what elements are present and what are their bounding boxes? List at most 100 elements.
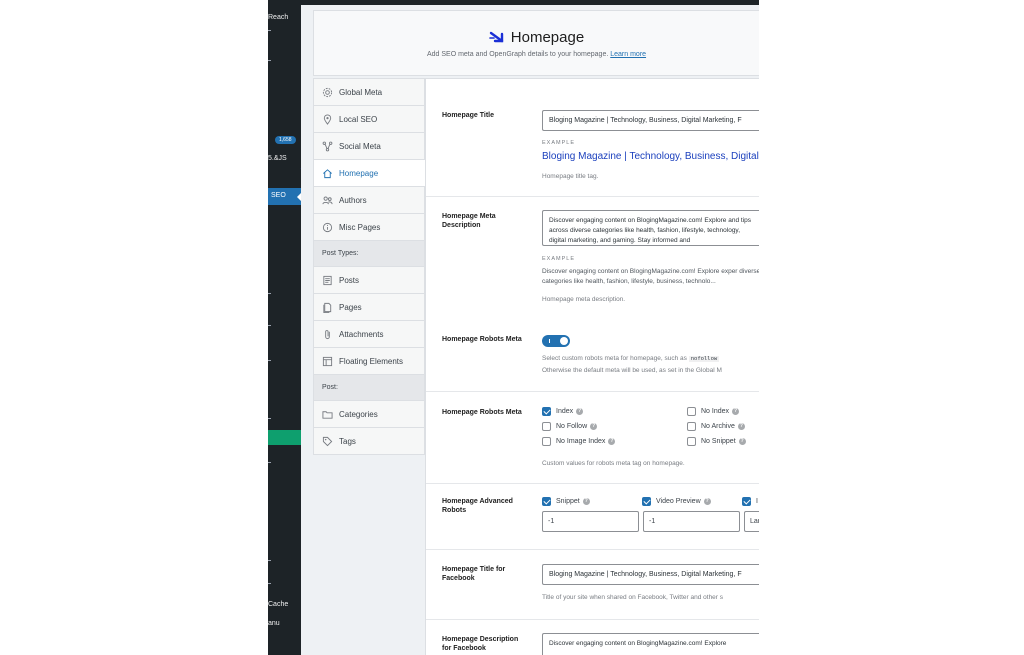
checkbox-box[interactable]	[542, 422, 551, 431]
wp-menu-fragment[interactable]: Cache	[268, 601, 288, 608]
robots-meta-help-text: Select custom robots meta for homepage, …	[542, 355, 687, 362]
checkbox-no-image-index[interactable]: No Image Index ?	[542, 437, 616, 446]
meta-description-textarea[interactable]: Discover engaging content on BlogingMaga…	[542, 210, 759, 246]
settings-sidebar: Global Meta Local SEO Social Meta Homepa…	[313, 78, 426, 455]
users-icon	[322, 196, 333, 204]
wp-update-badge: 1,658	[275, 136, 296, 144]
sidebar-item-label: Local SEO	[339, 114, 378, 124]
wp-menu-dash	[268, 583, 271, 584]
sidebar-item-label: Attachments	[339, 329, 384, 339]
facebook-title-input[interactable]: Bloging Magazine | Technology, Business,…	[542, 564, 759, 585]
sidebar-item-local-seo[interactable]: Local SEO	[314, 106, 424, 133]
homepage-title-help: Homepage title tag.	[542, 173, 599, 180]
screenshot-stage: Reach 1,658 5.&JS SEO Cache anu Homepage…	[0, 0, 1024, 655]
checkbox-box[interactable]	[542, 407, 551, 416]
wp-menu-dash	[268, 360, 271, 361]
info-circle-icon	[322, 222, 333, 232]
sidebar-item-global-meta[interactable]: Global Meta	[314, 79, 424, 106]
wp-menu-dash	[268, 60, 271, 61]
facebook-description-textarea[interactable]: Discover engaging content on BlogingMaga…	[542, 633, 759, 655]
sidebar-item-floating-elements[interactable]: Floating Elements	[314, 348, 424, 375]
help-icon[interactable]: ?	[738, 438, 746, 445]
checkbox-no-index[interactable]: No Index ?	[687, 407, 740, 416]
checkbox-video-preview[interactable]: Video Preview ?	[642, 497, 711, 506]
facebook-title-help: Title of your site when shared on Facebo…	[542, 594, 724, 601]
help-icon[interactable]: ?	[576, 408, 584, 415]
checkbox-no-archive[interactable]: No Archive ?	[687, 422, 745, 431]
sidebar-item-label: Misc Pages	[339, 222, 381, 232]
checkbox-box[interactable]	[687, 407, 696, 416]
settings-content: Homepage Title Bloging Magazine | Techno…	[425, 78, 759, 655]
admin-topbar	[301, 0, 759, 5]
sidebar-item-categories[interactable]: Categories	[314, 401, 424, 428]
page-subtitle-text: Add SEO meta and OpenGraph details to yo…	[426, 51, 609, 58]
page-header: Homepage Add SEO meta and OpenGraph deta…	[313, 10, 759, 76]
image-preview-select[interactable]: Larg	[744, 511, 759, 532]
checkbox-box[interactable]	[687, 437, 696, 446]
snippet-length-input[interactable]: -1	[542, 511, 639, 532]
checkbox-box[interactable]	[687, 422, 696, 431]
sidebar-item-pages[interactable]: Pages	[314, 294, 424, 321]
advanced-robots-label: Homepage Advanced Robots	[442, 498, 513, 514]
checkbox-box[interactable]	[742, 497, 751, 506]
divider	[426, 619, 759, 620]
checkbox-image-preview[interactable]: I	[742, 497, 758, 506]
help-icon[interactable]: ?	[590, 423, 598, 430]
home-icon	[323, 168, 332, 178]
seo-settings-frame: Homepage Add SEO meta and OpenGraph deta…	[301, 0, 759, 655]
sidebar-item-label: Social Meta	[339, 141, 381, 151]
sidebar-item-social-meta[interactable]: Social Meta	[314, 133, 424, 160]
sidebar-item-posts[interactable]: Posts	[314, 267, 424, 294]
wp-menu-fragment[interactable]: Reach	[268, 14, 288, 21]
divider	[426, 196, 759, 197]
homepage-title-example-label: EXAMPLE	[542, 140, 575, 146]
sidebar-item-attachments[interactable]: Attachments	[314, 321, 424, 348]
checkbox-box[interactable]	[642, 497, 651, 506]
layout-icon	[322, 356, 333, 366]
folder-icon	[322, 410, 333, 419]
homepage-title-example: Bloging Magazine | Technology, Business,…	[542, 151, 759, 162]
wp-menu-dash	[268, 462, 271, 463]
help-icon[interactable]: ?	[608, 438, 616, 445]
facebook-description-label: Homepage Description for Facebook	[442, 636, 519, 652]
checkbox-index[interactable]: Index ?	[542, 407, 584, 416]
checkbox-box[interactable]	[542, 437, 551, 446]
checkbox-box[interactable]	[542, 497, 551, 506]
homepage-arrow-icon	[488, 31, 503, 43]
sidebar-item-label: Authors	[339, 195, 367, 205]
sidebar-item-tags[interactable]: Tags	[314, 428, 424, 455]
help-icon[interactable]: ?	[732, 408, 740, 415]
sidebar-item-misc-pages[interactable]: Misc Pages	[314, 214, 424, 241]
wp-admin-sidebar: Reach 1,658 5.&JS SEO Cache anu	[268, 0, 301, 655]
checkbox-label: I	[756, 498, 758, 505]
help-icon[interactable]: ?	[703, 498, 711, 505]
homepage-title-label: Homepage Title	[442, 112, 494, 119]
facebook-title-label: Homepage Title for Facebook	[442, 566, 506, 582]
sidebar-item-authors[interactable]: Authors	[314, 187, 424, 214]
checkbox-no-follow[interactable]: No Follow ?	[542, 422, 598, 431]
help-icon[interactable]: ?	[737, 423, 745, 430]
checkbox-label: Snippet	[556, 498, 580, 505]
wp-menu-fragment[interactable]: anu	[268, 620, 280, 627]
page-title-row: Homepage	[314, 29, 759, 46]
wp-menu-dash	[268, 30, 271, 31]
meta-description-label: Homepage Meta Description	[442, 213, 496, 229]
help-icon[interactable]: ?	[582, 498, 590, 505]
robots-meta-toggle[interactable]	[542, 335, 570, 347]
sidebar-item-homepage[interactable]: Homepage	[314, 160, 426, 187]
learn-more-link[interactable]: Learn more	[610, 51, 646, 58]
wp-menu-seo[interactable]: SEO	[268, 188, 301, 205]
map-pin-icon	[323, 114, 332, 125]
checkbox-no-snippet[interactable]: No Snippet ?	[687, 437, 746, 446]
sidebar-item-label: Floating Elements	[339, 356, 404, 366]
wp-menu-highlight	[268, 430, 301, 445]
wp-menu-fragment[interactable]: 5.&JS	[268, 155, 287, 162]
checkbox-snippet[interactable]: Snippet ?	[542, 497, 590, 506]
checkbox-label: No Image Index	[556, 438, 606, 445]
wp-menu-dash	[268, 560, 271, 561]
checkbox-label: No Follow	[556, 423, 588, 430]
video-preview-length-input[interactable]: -1	[643, 511, 740, 532]
homepage-title-input[interactable]: Bloging Magazine | Technology, Business,…	[542, 110, 759, 131]
sidebar-item-label: Categories	[339, 409, 378, 419]
page-icon	[323, 302, 332, 313]
